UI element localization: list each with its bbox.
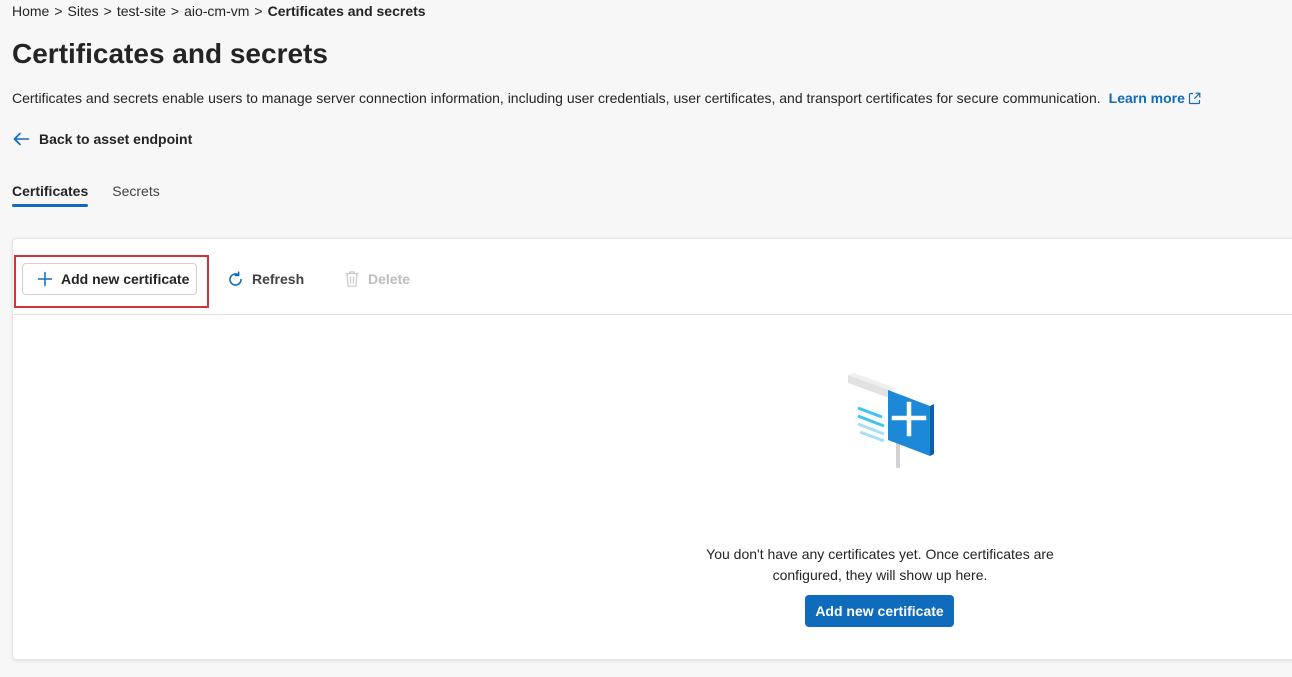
page-title: Certificates and secrets bbox=[12, 38, 328, 69]
learn-more-label: Learn more bbox=[1108, 90, 1185, 106]
toolbar: Add new certificate Refresh Delete bbox=[13, 239, 1292, 315]
breadcrumb-separator: > bbox=[170, 3, 180, 19]
back-link-label: Back to asset endpoint bbox=[39, 131, 193, 147]
trash-icon bbox=[345, 271, 359, 287]
arrow-left-icon bbox=[13, 132, 30, 146]
refresh-icon bbox=[229, 270, 242, 286]
add-new-certificate-primary-button[interactable]: Add new certificate bbox=[805, 595, 954, 627]
delete-button: Delete bbox=[344, 263, 410, 295]
add-button-label: Add new certificate bbox=[61, 271, 190, 287]
tab-certificates[interactable]: Certificates bbox=[12, 183, 89, 207]
description-text: Certificates and secrets enable users to… bbox=[12, 90, 1101, 106]
breadcrumb-test-site[interactable]: test-site bbox=[117, 3, 166, 19]
breadcrumb-separator: > bbox=[254, 3, 263, 19]
breadcrumb-separator: > bbox=[54, 3, 63, 19]
refresh-label: Refresh bbox=[252, 271, 305, 287]
refresh-button[interactable]: Refresh bbox=[227, 263, 304, 295]
back-to-asset-endpoint-link[interactable]: Back to asset endpoint bbox=[12, 131, 192, 147]
tab-list: Certificates Secrets bbox=[12, 183, 184, 207]
plus-icon bbox=[37, 271, 53, 287]
empty-state-message: You don't have any certificates yet. Onc… bbox=[706, 546, 1054, 583]
learn-more-link[interactable]: Learn more bbox=[1109, 90, 1201, 106]
delete-label: Delete bbox=[368, 271, 411, 287]
breadcrumb-aio-cm-vm[interactable]: aio-cm-vm bbox=[184, 3, 249, 19]
breadcrumb-sites[interactable]: Sites bbox=[68, 3, 99, 19]
breadcrumb-current: Certificates and secrets bbox=[267, 3, 426, 19]
breadcrumb-home[interactable]: Home bbox=[12, 3, 49, 19]
breadcrumb: Home > Sites > test-site > aio-cm-vm > C… bbox=[12, 3, 426, 19]
page-description: Certificates and secrets enable users to… bbox=[12, 90, 1201, 106]
open-external-icon bbox=[1188, 92, 1201, 104]
certificate-illustration bbox=[848, 373, 934, 468]
tab-secrets[interactable]: Secrets bbox=[112, 183, 159, 207]
certificates-panel: Add new certificate Refresh Delete bbox=[12, 238, 1292, 660]
breadcrumb-separator: > bbox=[103, 3, 112, 19]
add-new-certificate-button[interactable]: Add new certificate bbox=[22, 263, 197, 295]
